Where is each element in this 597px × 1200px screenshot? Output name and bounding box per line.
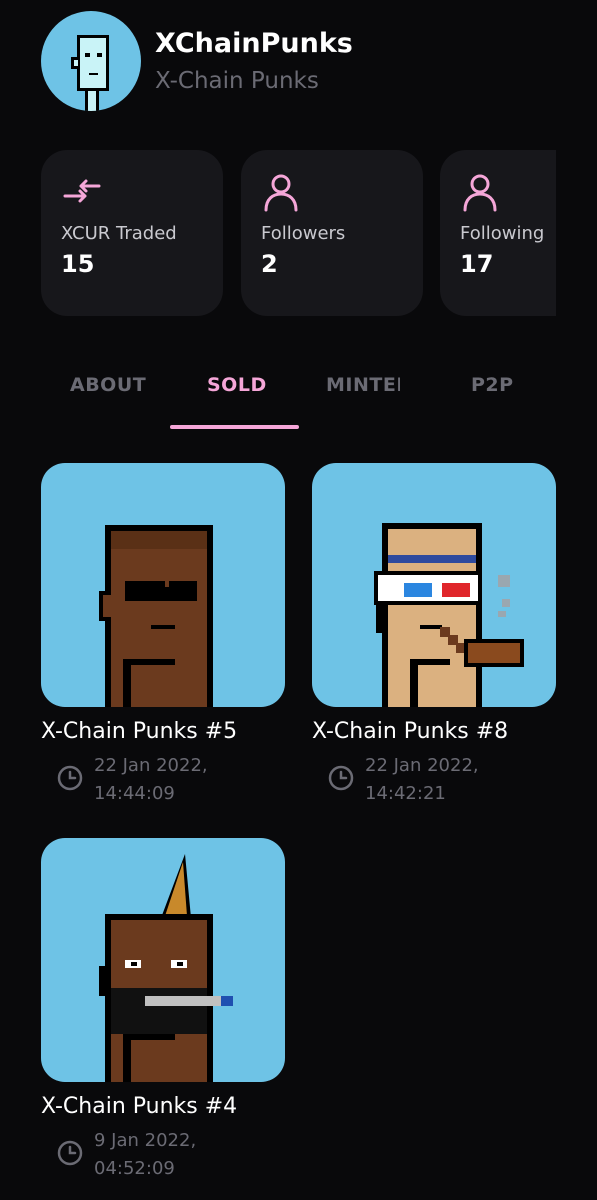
tab-p2p[interactable]: P2P [471, 374, 514, 396]
nft-card[interactable]: X-Chain Punks #5 22 Jan 2022, 14:44:09 [41, 463, 285, 808]
tab-sold[interactable]: SOLD [207, 374, 267, 396]
profile-name: XChainPunks [155, 28, 353, 59]
swap-arrows-icon [63, 179, 101, 203]
stat-value: 15 [61, 250, 95, 278]
nft-date-day: 22 Jan 2022, [365, 755, 479, 776]
nft-date: 22 Jan 2022, 14:44:09 [94, 752, 264, 808]
nft-title[interactable]: X-Chain Punks #8 [312, 719, 556, 744]
nft-timestamp: 22 Jan 2022, 14:42:21 [312, 752, 556, 808]
nft-card[interactable]: X-Chain Punks #4 9 Jan 2022, 04:52:09 [41, 838, 285, 1183]
stats-row[interactable]: XCUR Traded 15 Followers 2 Following 17 [41, 150, 556, 316]
nft-date-time: 14:42:21 [365, 783, 446, 804]
nft-image[interactable] [41, 463, 285, 707]
stat-xcur-traded: XCUR Traded 15 [41, 150, 223, 316]
nft-date-time: 14:44:09 [94, 783, 175, 804]
user-icon [463, 174, 497, 212]
nft-date: 22 Jan 2022, 14:42:21 [365, 752, 535, 808]
active-tab-indicator [170, 425, 299, 429]
profile-header: XChainPunks X-Chain Punks [41, 11, 353, 111]
user-icon [264, 174, 298, 212]
nft-image[interactable] [41, 838, 285, 1082]
nft-title[interactable]: X-Chain Punks #4 [41, 1094, 285, 1119]
nft-card[interactable]: X-Chain Punks #8 22 Jan 2022, 14:42:21 [312, 463, 556, 808]
stat-value: 17 [460, 250, 494, 278]
stat-value: 2 [261, 250, 278, 278]
nft-title[interactable]: X-Chain Punks #5 [41, 719, 285, 744]
stat-label: Followers [261, 223, 346, 244]
nft-timestamp: 9 Jan 2022, 04:52:09 [41, 1127, 285, 1183]
stat-label: Following [460, 223, 545, 244]
nft-date-time: 04:52:09 [94, 1158, 175, 1179]
clock-icon [328, 765, 354, 791]
tab-about[interactable]: ABOUT [70, 374, 146, 396]
clock-icon [57, 765, 83, 791]
nft-image[interactable] [312, 463, 556, 707]
profile-handle: X-Chain Punks [155, 68, 319, 94]
nft-date: 9 Jan 2022, 04:52:09 [94, 1127, 264, 1183]
tab-minted[interactable]: MINTED [326, 374, 400, 396]
stat-label: XCUR Traded [61, 223, 177, 244]
stat-following[interactable]: Following 17 [440, 150, 556, 316]
tab-bar: ABOUT SOLD MINTED P2P [0, 360, 597, 430]
nft-date-day: 9 Jan 2022, [94, 1130, 197, 1151]
stat-followers[interactable]: Followers 2 [241, 150, 423, 316]
nft-date-day: 22 Jan 2022, [94, 755, 208, 776]
clock-icon [57, 1140, 83, 1166]
punk-avatar-icon[interactable] [41, 11, 141, 111]
nft-timestamp: 22 Jan 2022, 14:44:09 [41, 752, 285, 808]
